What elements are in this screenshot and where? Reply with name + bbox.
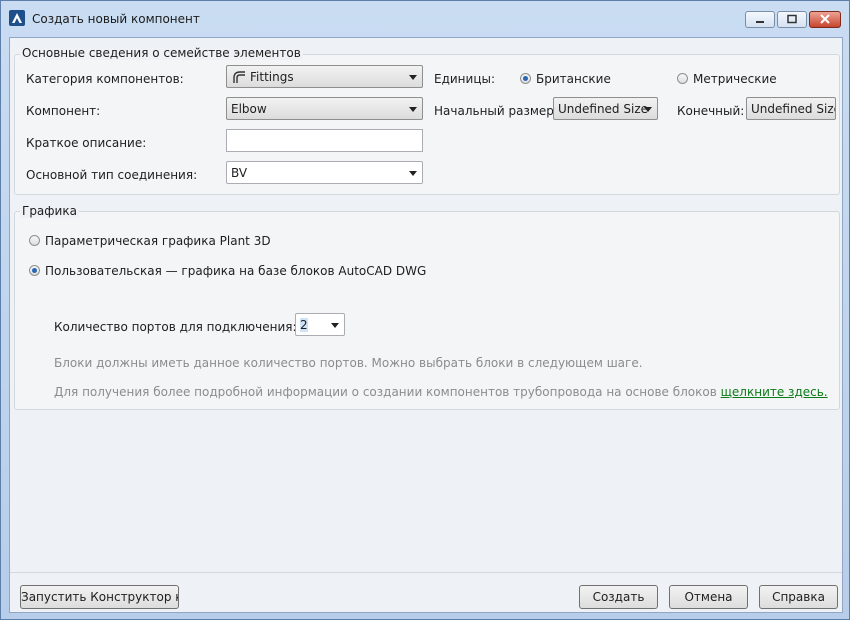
start-size-value: Undefined Size bbox=[558, 102, 648, 116]
button-bar: Запустить Конструктор кат Создать Отмена… bbox=[10, 572, 842, 613]
component-label: Компонент: bbox=[26, 104, 101, 118]
graphics-parametric-label[interactable]: Параметрическая графика Plant 3D bbox=[45, 234, 271, 248]
minimize-button[interactable] bbox=[745, 11, 775, 28]
connection-type-combo[interactable]: BV bbox=[226, 161, 423, 184]
units-imperial-label[interactable]: Британские bbox=[536, 72, 611, 86]
short-description-input[interactable] bbox=[226, 129, 423, 152]
end-size-combo[interactable]: Undefined Size bbox=[746, 97, 836, 120]
units-label: Единицы: bbox=[434, 72, 496, 86]
category-value: Fittings bbox=[250, 70, 294, 84]
dialog-window: Создать новый компонент Основные сведени… bbox=[0, 0, 850, 620]
family-info-group-title: Основные сведения о семействе элементов bbox=[20, 46, 303, 60]
component-combo[interactable]: Elbow bbox=[226, 97, 423, 120]
start-size-combo[interactable]: Undefined Size bbox=[553, 97, 658, 120]
maximize-button[interactable] bbox=[777, 11, 807, 28]
close-button[interactable] bbox=[809, 11, 841, 28]
more-info-hint: Для получения более подробной информации… bbox=[54, 385, 828, 399]
chevron-down-icon bbox=[331, 323, 339, 328]
units-metric-radio[interactable] bbox=[677, 73, 688, 84]
title-bar[interactable]: Создать новый компонент bbox=[1, 1, 849, 37]
autocad-plant-icon bbox=[9, 10, 25, 26]
dialog-content: Основные сведения о семействе элементов … bbox=[9, 37, 843, 613]
more-info-link[interactable]: щелкните здесь. bbox=[721, 385, 828, 399]
cancel-button[interactable]: Отмена bbox=[669, 585, 748, 609]
chevron-down-icon bbox=[409, 75, 417, 80]
start-size-label: Начальный размер: bbox=[434, 104, 558, 118]
chevron-down-icon bbox=[409, 107, 417, 112]
graphics-group-title: Графика bbox=[20, 204, 79, 218]
short-description-label: Краткое описание: bbox=[26, 136, 147, 150]
units-imperial-radio[interactable] bbox=[520, 73, 531, 84]
graphics-parametric-radio[interactable] bbox=[29, 235, 40, 246]
ports-count-value: 2 bbox=[300, 318, 308, 332]
close-icon bbox=[820, 14, 830, 24]
connection-type-label: Основной тип соединения: bbox=[26, 168, 198, 182]
help-button[interactable]: Справка bbox=[759, 585, 838, 609]
chevron-down-icon bbox=[409, 171, 417, 176]
ports-count-label: Количество портов для подключения: bbox=[54, 320, 297, 334]
window-title: Создать новый компонент bbox=[32, 12, 200, 26]
end-size-label: Конечный: bbox=[677, 104, 745, 118]
graphics-custom-label[interactable]: Пользовательская — графика на базе блоко… bbox=[45, 264, 426, 278]
ports-hint: Блоки должны иметь данное количество пор… bbox=[54, 356, 643, 370]
units-metric-label[interactable]: Метрические bbox=[693, 72, 777, 86]
more-info-text: Для получения более подробной информации… bbox=[54, 385, 721, 399]
create-button[interactable]: Создать bbox=[579, 585, 658, 609]
connection-type-value: BV bbox=[231, 166, 248, 180]
end-size-value: Undefined Size bbox=[751, 102, 836, 116]
maximize-icon bbox=[787, 14, 797, 24]
component-value: Elbow bbox=[231, 102, 267, 116]
minimize-icon bbox=[756, 21, 764, 23]
category-combo[interactable]: Fittings bbox=[226, 65, 423, 88]
graphics-custom-radio[interactable] bbox=[29, 265, 40, 276]
chevron-down-icon bbox=[644, 107, 652, 112]
fitting-icon bbox=[233, 71, 245, 83]
catalog-builder-button[interactable]: Запустить Конструктор кат bbox=[20, 585, 179, 609]
category-label: Категория компонентов: bbox=[26, 72, 184, 86]
ports-count-combo[interactable]: 2 bbox=[295, 313, 345, 336]
